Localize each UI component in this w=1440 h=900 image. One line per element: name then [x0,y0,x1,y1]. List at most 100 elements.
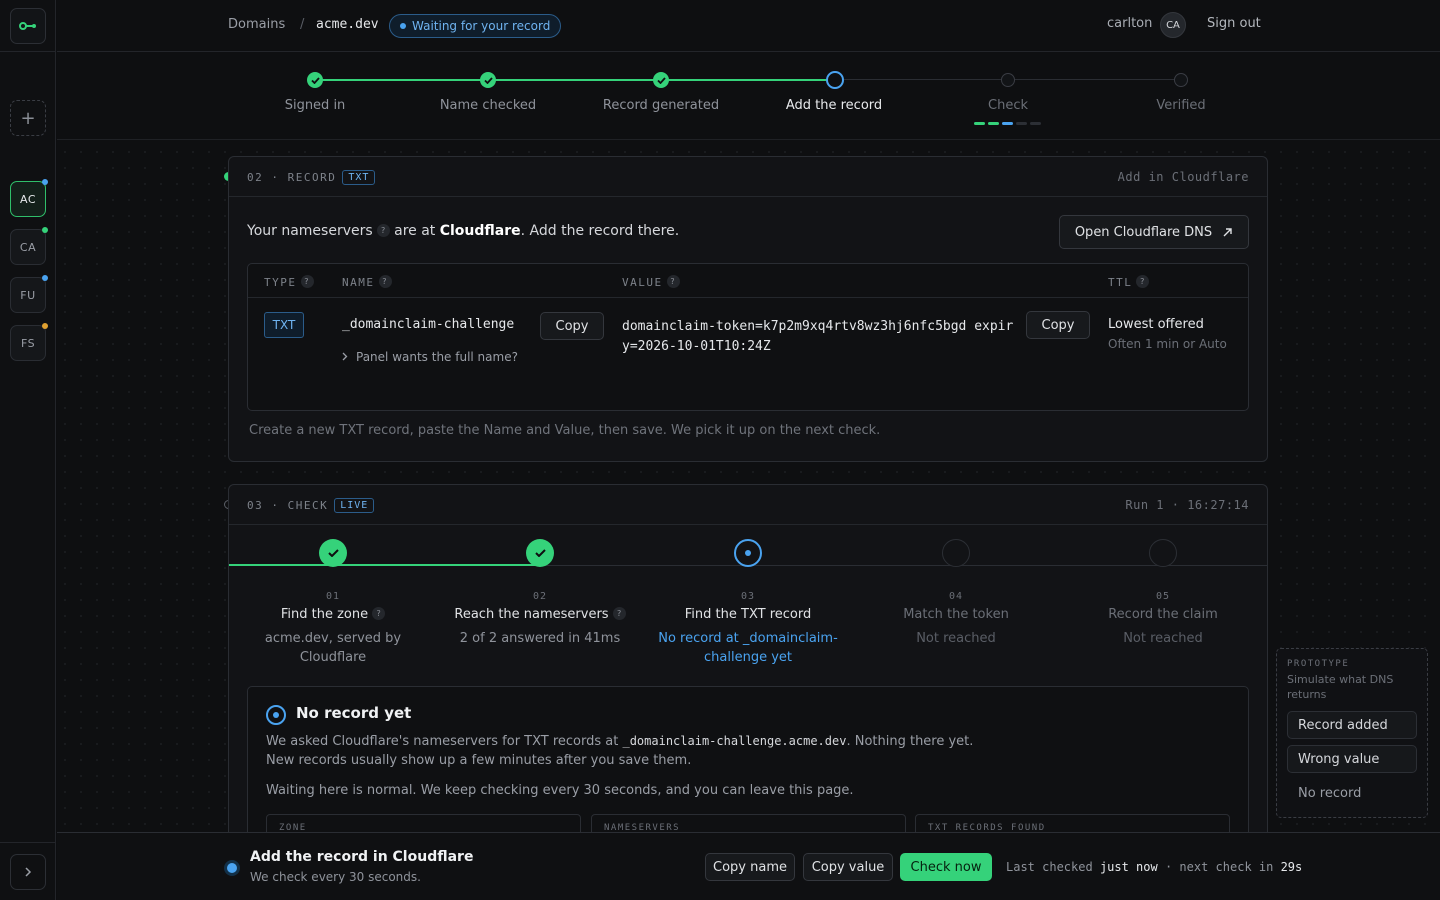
breadcrumb-domains-link[interactable]: Domains [228,17,285,32]
phase-pending-indicator [942,539,970,567]
record-value[interactable]: domainclaim-token=k7p2m9xq4rtv8wz3hj6nfc… [622,317,1013,357]
breadcrumb-domain: acme.dev [316,17,379,32]
check-result-panel: No record yet We asked Cloudflare's name… [247,686,1249,843]
column-header-ttl: TTL? [1108,275,1150,289]
bottom-action-bar: Add the record in Cloudflare We check ev… [57,832,1440,900]
intro-text: Your nameservers [247,223,373,239]
step-number: 03 [247,499,264,512]
rail-divider [0,51,56,52]
copy-value-button[interactable]: Copy [1026,311,1090,339]
help-icon[interactable]: ? [1136,275,1150,288]
intro-text: . Add the record there. [520,223,680,239]
step-current-indicator [826,71,844,89]
workspace-status-dot [42,275,48,281]
record-card: 02 · RECORD TXT Add in Cloudflare Your na… [228,156,1268,462]
phase-title-record-claim: Record the claim [1108,607,1218,622]
check-status-text: · next check in [1164,860,1274,874]
expand-sidebar-button[interactable] [10,854,46,890]
avatar[interactable]: CA [1160,12,1186,38]
copy-value-button[interactable]: Copy value [803,853,893,881]
result-text: We asked Cloudflare's nameservers for TX… [266,734,623,749]
phase-number: 05 [1155,591,1171,602]
result-text: . Nothing there yet. [846,734,974,749]
rail-divider [0,842,56,843]
step-pending-indicator [1001,73,1015,87]
simulate-record-added-button[interactable]: Record added [1287,711,1417,739]
status-badge: Waiting for your record [389,14,562,38]
workspace-status-dot [42,323,48,329]
column-header-value: VALUE? [622,275,680,289]
help-icon[interactable]: ? [372,607,386,620]
plus-icon: + [20,107,36,129]
status-dot [227,863,237,873]
dns-provider: Cloudflare [439,223,521,239]
copy-name-button[interactable]: Copy [540,312,604,340]
record-type-tag: TXT [342,170,376,185]
phase-progress-line [229,564,541,566]
column-label: TYPE [264,276,297,289]
record-card-hint: Add in Cloudflare [1117,170,1249,184]
intro-text: are at [394,223,436,239]
wizard-stepper: Signed in Name checked Record generated … [57,52,1440,140]
phase-detail: Not reached [916,631,996,646]
step-separator: · [271,499,280,512]
phase-detail: Not reached [1123,631,1203,646]
record-intro: Your nameservers? are at Cloudflare. Add… [247,223,679,239]
name-hint-toggle[interactable]: Panel wants the full name? [342,350,518,364]
next-check-countdown: 29s [1280,860,1303,874]
workspace-fs[interactable]: FS [10,323,48,361]
workspace-ca[interactable]: CA [10,227,48,265]
workspace-label: AC [19,192,36,206]
phase-title-label: Reach the nameservers [454,607,609,622]
phase-title-reach-nameservers: Reach the nameservers? [440,607,640,622]
sign-out-link[interactable]: Sign out [1207,16,1261,31]
step-signed-in-check-icon [307,72,323,88]
workspace-label: FS [20,336,36,350]
step-separator: · [271,171,280,184]
help-icon[interactable]: ? [376,224,390,237]
phase-done-check-icon [319,539,347,567]
check-card-header: 03 · CHECK LIVE Run 1 · 16:27:14 [229,485,1267,525]
column-label: TTL [1108,276,1133,289]
check-now-button[interactable]: Check now [900,853,992,881]
step-label-record-generated: Record generated [602,98,720,113]
help-icon[interactable]: ? [666,275,680,288]
table-header: TYPE? NAME? VALUE? TTL? [248,264,1248,298]
prototype-simulator-panel: PROTOTYPE Simulate what DNS returns Reco… [1276,648,1428,818]
bottom-title: Add the record in Cloudflare [250,849,474,865]
phase-current-indicator [734,539,762,567]
workspace-fu[interactable]: FU [10,275,48,313]
top-bar: Domains / acme.dev Waiting for your reco… [57,0,1440,52]
workspace-status-dot [42,227,48,233]
add-workspace-button[interactable]: + [10,100,46,136]
phase-detail: No record at _domainclaim-challenge yet [658,631,838,665]
record-name[interactable]: _domainclaim-challenge [342,317,514,332]
username: carlton [1107,16,1153,31]
record-card-header: 02 · RECORD TXT Add in Cloudflare [229,157,1267,197]
button-label: Open Cloudflare DNS [1074,224,1213,240]
step-label-add-record: Add the record [785,98,883,113]
record-value-line: y=2026-10-01T10:24Z [622,339,771,354]
simulate-wrong-value-button[interactable]: Wrong value [1287,745,1417,773]
phase-done-check-icon [526,539,554,567]
workspace-status-dot [42,179,48,185]
help-icon[interactable]: ? [300,275,314,288]
help-icon[interactable]: ? [378,275,392,288]
ttl-value: Lowest offered [1108,317,1204,332]
workspace-label: CA [19,240,37,254]
check-card: 03 · CHECK LIVE Run 1 · 16:27:14 01 02 03… [228,484,1268,844]
workspace-ac[interactable]: AC [10,179,48,217]
breadcrumb-separator: / [300,17,305,32]
result-title: No record yet [296,704,412,722]
open-cloudflare-dns-button[interactable]: Open Cloudflare DNS [1059,215,1249,249]
ttl-hint: Often 1 min or Auto [1108,337,1227,351]
result-text: Waiting here is normal. We keep checking… [266,783,854,798]
column-header-type: TYPE? [264,275,314,289]
bottom-subtitle: We check every 30 seconds. [250,870,421,884]
help-icon[interactable]: ? [612,607,626,620]
step-name: CHECK [287,499,329,512]
phase-detail: 2 of 2 answered in 41ms [459,631,621,646]
simulate-no-record-button[interactable]: No record [1287,779,1417,807]
app-logo-icon[interactable] [10,8,46,44]
copy-name-button[interactable]: Copy name [705,853,795,881]
